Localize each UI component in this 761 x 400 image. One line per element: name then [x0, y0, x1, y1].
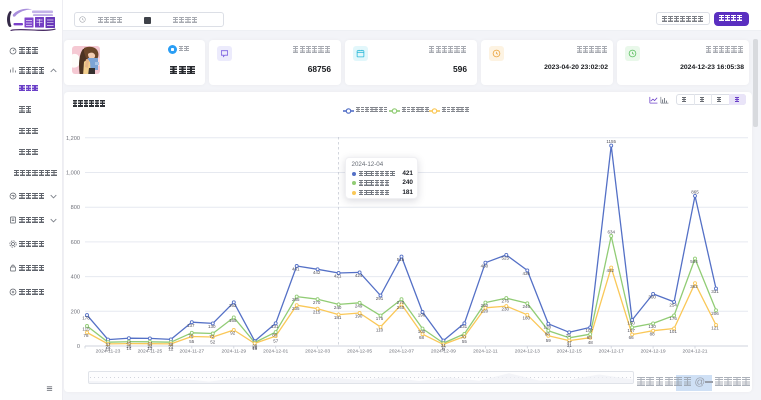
svg-text:181: 181 [334, 315, 342, 320]
svg-text:137: 137 [187, 323, 195, 328]
svg-text:2024-12-05: 2024-12-05 [347, 349, 372, 355]
svg-text:196: 196 [418, 313, 426, 318]
svg-text:252: 252 [229, 303, 237, 308]
svg-text:421: 421 [334, 274, 342, 279]
svg-text:88: 88 [545, 331, 551, 336]
svg-text:1,200: 1,200 [66, 136, 80, 142]
svg-text:2024-12-11: 2024-12-11 [473, 349, 498, 355]
svg-text:115: 115 [82, 327, 90, 332]
svg-text:2024-12-03: 2024-12-03 [305, 349, 330, 355]
svg-text:68: 68 [419, 335, 425, 340]
svg-text:2024-11-27: 2024-11-27 [179, 349, 204, 355]
svg-text:150: 150 [627, 321, 635, 326]
svg-text:2024-12-19: 2024-12-19 [641, 349, 666, 355]
svg-text:206: 206 [711, 311, 719, 316]
svg-text:240: 240 [334, 305, 342, 310]
svg-text:92: 92 [230, 331, 236, 336]
svg-text:130: 130 [208, 324, 216, 329]
svg-text:88: 88 [650, 331, 656, 336]
svg-text:57: 57 [273, 339, 279, 344]
svg-text:12: 12 [168, 346, 174, 351]
svg-text:178: 178 [82, 316, 90, 321]
svg-text:165: 165 [229, 318, 237, 323]
svg-text:1155: 1155 [606, 139, 616, 144]
svg-text:0: 0 [77, 344, 80, 350]
svg-text:66: 66 [629, 335, 635, 340]
svg-text:2024-12-15: 2024-12-15 [557, 349, 582, 355]
svg-text:52: 52 [210, 339, 216, 344]
svg-text:525: 525 [502, 256, 510, 261]
svg-text:76: 76 [188, 333, 194, 338]
svg-text:220: 220 [481, 308, 489, 313]
svg-text:12: 12 [105, 346, 111, 351]
svg-text:285: 285 [292, 297, 300, 302]
svg-text:800: 800 [71, 205, 80, 211]
svg-text:291: 291 [376, 296, 384, 301]
svg-text:180: 180 [523, 315, 531, 320]
svg-text:15: 15 [252, 346, 258, 351]
svg-text:175: 175 [376, 316, 384, 321]
svg-text:480: 480 [481, 263, 489, 268]
svg-text:176: 176 [669, 316, 677, 321]
svg-text:31: 31 [567, 343, 573, 348]
svg-text:276: 276 [502, 299, 510, 304]
svg-text:107: 107 [585, 328, 593, 333]
svg-text:68: 68 [587, 335, 593, 340]
svg-text:130: 130 [648, 324, 656, 329]
svg-text:235: 235 [292, 306, 300, 311]
svg-text:240: 240 [397, 305, 405, 310]
svg-text:13: 13 [147, 346, 153, 351]
svg-text:128: 128 [544, 324, 552, 329]
svg-text:424: 424 [355, 273, 363, 278]
svg-text:246: 246 [523, 304, 531, 309]
svg-text:107: 107 [627, 328, 635, 333]
svg-text:59: 59 [546, 338, 552, 343]
svg-text:100: 100 [418, 329, 426, 334]
svg-text:442: 442 [313, 270, 321, 275]
svg-text:461: 461 [292, 267, 300, 272]
svg-text:865: 865 [691, 189, 699, 194]
svg-text:452: 452 [606, 268, 614, 273]
svg-text:48: 48 [588, 340, 594, 345]
svg-text:79: 79 [566, 333, 572, 338]
svg-text:80: 80 [272, 333, 278, 338]
svg-text:249: 249 [355, 303, 363, 308]
svg-text:215: 215 [313, 309, 321, 314]
svg-text:436: 436 [523, 271, 531, 276]
svg-text:55: 55 [189, 339, 195, 344]
svg-text:270: 270 [313, 300, 321, 305]
svg-text:55: 55 [462, 339, 468, 344]
svg-text:190: 190 [355, 314, 363, 319]
svg-text:400: 400 [71, 275, 80, 281]
svg-text:515: 515 [397, 257, 405, 262]
svg-text:110: 110 [376, 328, 384, 333]
svg-text:78: 78 [83, 333, 89, 338]
svg-text:1,000: 1,000 [66, 171, 80, 177]
svg-text:2024-12-21: 2024-12-21 [682, 349, 707, 355]
svg-text:131: 131 [460, 324, 468, 329]
svg-text:200: 200 [71, 309, 80, 315]
svg-text:2024-12-17: 2024-12-17 [599, 349, 624, 355]
svg-text:121: 121 [711, 326, 719, 331]
svg-text:504: 504 [690, 259, 698, 264]
svg-text:2024-12-13: 2024-12-13 [515, 349, 540, 355]
svg-text:2024-11-29: 2024-11-29 [221, 349, 246, 355]
svg-text:300: 300 [648, 295, 656, 300]
svg-text:2024-12-01: 2024-12-01 [263, 349, 288, 355]
svg-text:600: 600 [71, 240, 80, 246]
svg-text:14: 14 [126, 346, 132, 351]
svg-text:362: 362 [690, 284, 698, 289]
svg-text:2024-12-07: 2024-12-07 [389, 349, 414, 355]
svg-text:101: 101 [669, 329, 677, 334]
svg-text:634: 634 [607, 229, 615, 234]
svg-text:230: 230 [502, 307, 510, 312]
svg-text:254: 254 [669, 303, 677, 308]
svg-text:72: 72 [209, 334, 215, 339]
svg-text:131: 131 [271, 324, 279, 329]
svg-text:331: 331 [711, 289, 719, 294]
